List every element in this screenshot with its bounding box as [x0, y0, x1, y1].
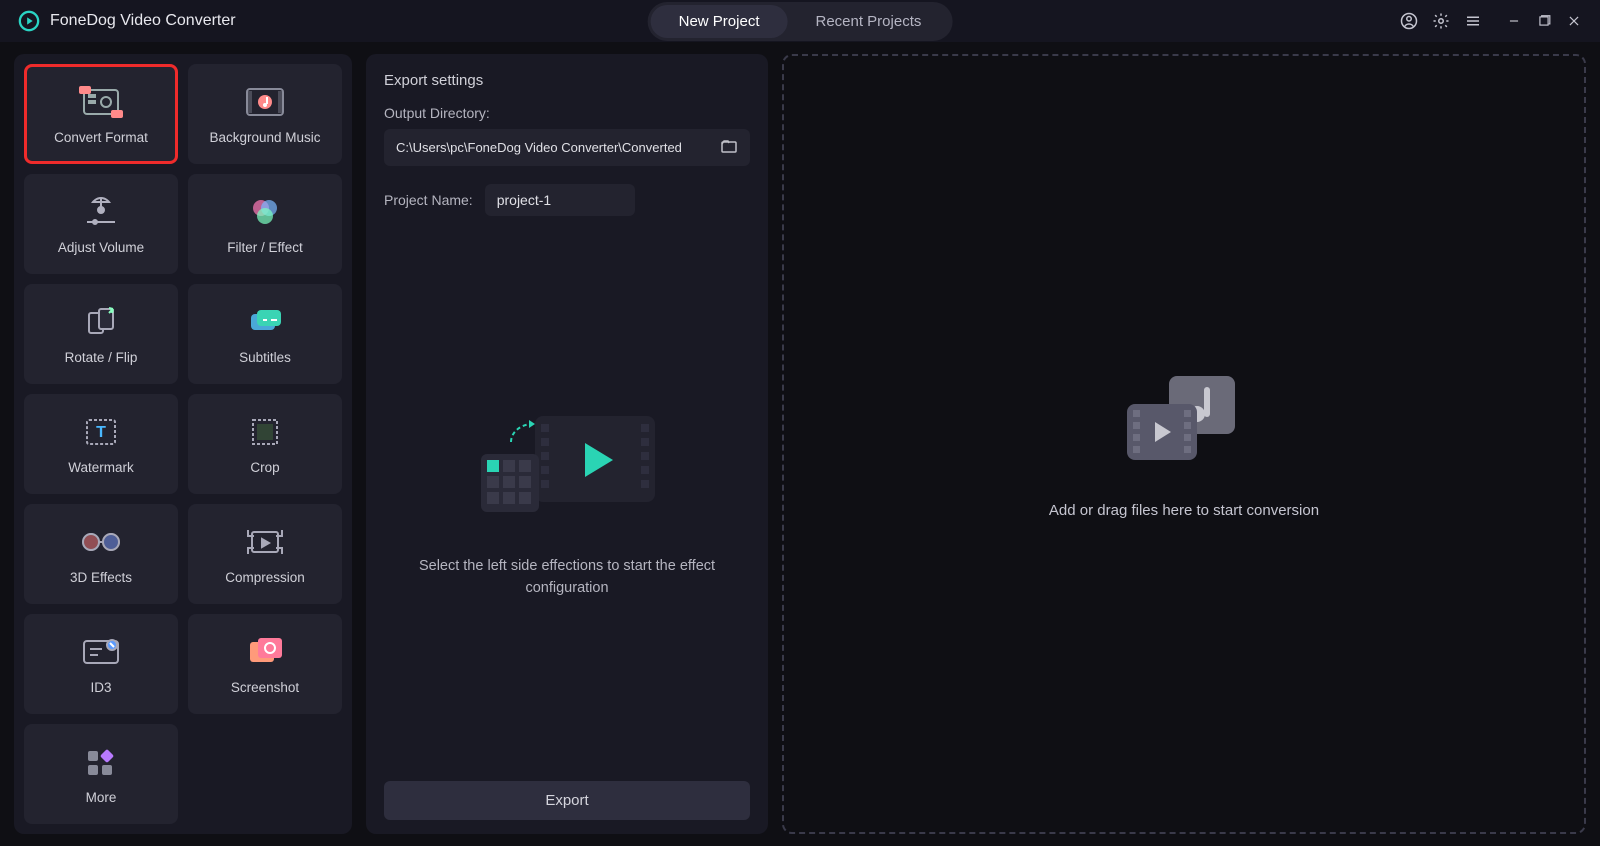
tile-label: Filter / Effect: [227, 240, 303, 255]
tile-id3[interactable]: ID3: [24, 614, 178, 714]
tile-adjust-volume[interactable]: Adjust Volume: [24, 174, 178, 274]
tile-label: Screenshot: [231, 680, 299, 695]
tile-label: Compression: [225, 570, 305, 585]
tab-new-project[interactable]: New Project: [651, 5, 788, 38]
app-title: FoneDog Video Converter: [50, 12, 236, 30]
tile-more[interactable]: More: [24, 724, 178, 824]
project-tabs: New Project Recent Projects: [648, 2, 953, 41]
id3-icon: [80, 634, 122, 670]
adjust-volume-icon: [81, 194, 121, 230]
project-name-label: Project Name:: [384, 192, 473, 208]
center-hint-text: Select the left side effections to start…: [394, 556, 740, 600]
drop-zone-icon: [1119, 370, 1249, 470]
tile-crop[interactable]: Crop: [188, 394, 342, 494]
tile-label: Adjust Volume: [58, 240, 144, 255]
tile-watermark[interactable]: T Watermark: [24, 394, 178, 494]
crop-icon: [247, 414, 283, 450]
output-dir-field[interactable]: C:\Users\pc\FoneDog Video Converter\Conv…: [384, 129, 750, 166]
tile-label: Background Music: [209, 130, 320, 145]
tile-label: ID3: [90, 680, 111, 695]
close-icon[interactable]: [1566, 13, 1582, 29]
output-dir-label: Output Directory:: [384, 105, 750, 121]
filter-effect-icon: [247, 194, 283, 230]
tile-label: Rotate / Flip: [65, 350, 138, 365]
export-button[interactable]: Export: [384, 781, 750, 820]
user-icon[interactable]: [1400, 12, 1418, 30]
app-logo-icon: [18, 10, 40, 32]
minimize-icon[interactable]: [1506, 13, 1522, 29]
tile-label: More: [86, 790, 117, 805]
tile-screenshot[interactable]: Screenshot: [188, 614, 342, 714]
maximize-icon[interactable]: [1536, 13, 1552, 29]
screenshot-icon: [246, 634, 284, 670]
output-dir-value: C:\Users\pc\FoneDog Video Converter\Conv…: [396, 140, 682, 155]
gear-icon[interactable]: [1432, 12, 1450, 30]
tile-label: Convert Format: [54, 130, 148, 145]
export-settings-title: Export settings: [384, 72, 750, 89]
drop-zone-hint: Add or drag files here to start conversi…: [1049, 502, 1319, 519]
export-settings-panel: Export settings Output Directory: C:\Use…: [366, 54, 768, 834]
project-name-input[interactable]: [485, 184, 635, 216]
tile-rotate-flip[interactable]: Rotate / Flip: [24, 284, 178, 384]
tile-background-music[interactable]: Background Music: [188, 64, 342, 164]
file-drop-zone[interactable]: Add or drag files here to start conversi…: [782, 54, 1586, 834]
tile-filter-effect[interactable]: Filter / Effect: [188, 174, 342, 274]
rotate-flip-icon: [81, 304, 121, 340]
convert-format-icon: [76, 84, 126, 120]
titlebar: FoneDog Video Converter New Project Rece…: [0, 0, 1600, 42]
tile-convert-format[interactable]: Convert Format: [24, 64, 178, 164]
3d-effects-icon: [79, 524, 123, 560]
background-music-icon: [243, 84, 287, 120]
effect-placeholder-icon: [467, 398, 667, 528]
tile-label: 3D Effects: [70, 570, 132, 585]
svg-text:T: T: [96, 424, 106, 441]
watermark-icon: T: [83, 414, 119, 450]
tile-subtitles[interactable]: Subtitles: [188, 284, 342, 384]
center-placeholder: Select the left side effections to start…: [374, 216, 760, 781]
more-icon: [84, 744, 118, 780]
effects-sidebar: Convert Format Background Music: [14, 54, 352, 834]
tile-label: Watermark: [68, 460, 134, 475]
compression-icon: [244, 524, 286, 560]
tab-recent-projects[interactable]: Recent Projects: [787, 5, 949, 38]
tile-label: Crop: [250, 460, 279, 475]
browse-folder-icon[interactable]: [720, 138, 738, 157]
tile-3d-effects[interactable]: 3D Effects: [24, 504, 178, 604]
tile-compression[interactable]: Compression: [188, 504, 342, 604]
menu-icon[interactable]: [1464, 12, 1482, 30]
subtitles-icon: [245, 304, 285, 340]
tile-label: Subtitles: [239, 350, 291, 365]
